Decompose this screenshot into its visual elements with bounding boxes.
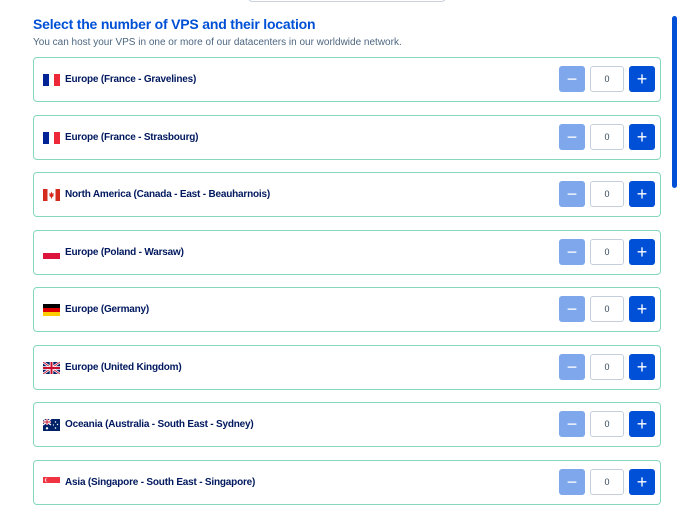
location-row-poland-warsaw: Europe (Poland - Warsaw) − + [33, 229, 661, 275]
location-row-singapore: Asia (Singapore - South East - Singapore… [33, 459, 661, 505]
france-flag-icon [43, 74, 60, 86]
location-label: Europe (Germany) [65, 304, 150, 315]
quantity-stepper: − + [559, 353, 655, 380]
location-row-australia-sydney: Oceania (Australia - South East - Sydney… [33, 402, 661, 447]
france-flag-icon [43, 131, 60, 144]
section-subtitle: You can host your VPS in one or more of … [33, 37, 402, 48]
germany-flag-icon [43, 304, 60, 316]
quantity-stepper: − + [559, 296, 655, 322]
canada-flag-icon [43, 189, 60, 201]
location-row-canada-beauharnois: North America (Canada - East - Beauharno… [33, 172, 661, 217]
increment-button[interactable]: + [629, 468, 655, 495]
decrement-button[interactable]: − [559, 238, 585, 265]
location-label: Europe (Poland - Warsaw) [65, 246, 184, 258]
location-label: Europe (France - Strasbourg) [65, 131, 199, 143]
increment-button[interactable]: + [629, 66, 655, 92]
increment-button[interactable]: + [629, 123, 655, 150]
quantity-input[interactable] [590, 353, 624, 380]
uk-flag-icon [43, 361, 60, 374]
increment-button[interactable]: + [629, 296, 655, 322]
decrement-button[interactable]: − [559, 123, 585, 150]
scrollbar[interactable] [672, 16, 677, 188]
increment-button[interactable]: + [629, 353, 655, 380]
quantity-stepper: − + [559, 181, 655, 207]
location-row-france-gravelines: Europe (France - Gravelines) − + [33, 57, 661, 102]
location-label: Oceania (Australia - South East - Sydney… [65, 419, 254, 430]
quantity-input[interactable] [590, 296, 624, 322]
location-label: North America (Canada - East - Beauharno… [65, 189, 270, 200]
location-label: Europe (United Kingdom) [65, 361, 182, 373]
quantity-stepper: − + [559, 238, 655, 265]
quantity-input[interactable] [590, 181, 624, 207]
quantity-stepper: − + [559, 411, 655, 437]
section-title: Select the number of VPS and their locat… [33, 16, 316, 32]
quantity-stepper: − + [559, 468, 655, 495]
quantity-input[interactable] [590, 238, 624, 265]
location-row-france-strasbourg: Europe (France - Strasbourg) − + [33, 114, 661, 160]
decrement-button[interactable]: − [559, 468, 585, 495]
top-tab-edge [247, 0, 447, 2]
location-list: Europe (France - Gravelines) − + Europe … [33, 57, 661, 517]
location-label: Asia (Singapore - South East - Singapore… [65, 476, 256, 488]
decrement-button[interactable]: − [559, 66, 585, 92]
decrement-button[interactable]: − [559, 411, 585, 437]
location-row-germany: Europe (Germany) − + [33, 287, 661, 332]
australia-flag-icon [43, 419, 60, 431]
quantity-input[interactable] [590, 123, 624, 150]
quantity-input[interactable] [590, 468, 624, 495]
singapore-flag-icon [43, 476, 60, 489]
increment-button[interactable]: + [629, 238, 655, 265]
quantity-stepper: − + [559, 66, 655, 92]
decrement-button[interactable]: − [559, 296, 585, 322]
decrement-button[interactable]: − [559, 181, 585, 207]
decrement-button[interactable]: − [559, 353, 585, 380]
increment-button[interactable]: + [629, 411, 655, 437]
poland-flag-icon [43, 246, 60, 259]
location-label: Europe (France - Gravelines) [65, 74, 197, 85]
quantity-input[interactable] [590, 66, 624, 92]
increment-button[interactable]: + [629, 181, 655, 207]
location-row-united-kingdom: Europe (United Kingdom) − + [33, 344, 661, 390]
quantity-input[interactable] [590, 411, 624, 437]
quantity-stepper: − + [559, 123, 655, 150]
